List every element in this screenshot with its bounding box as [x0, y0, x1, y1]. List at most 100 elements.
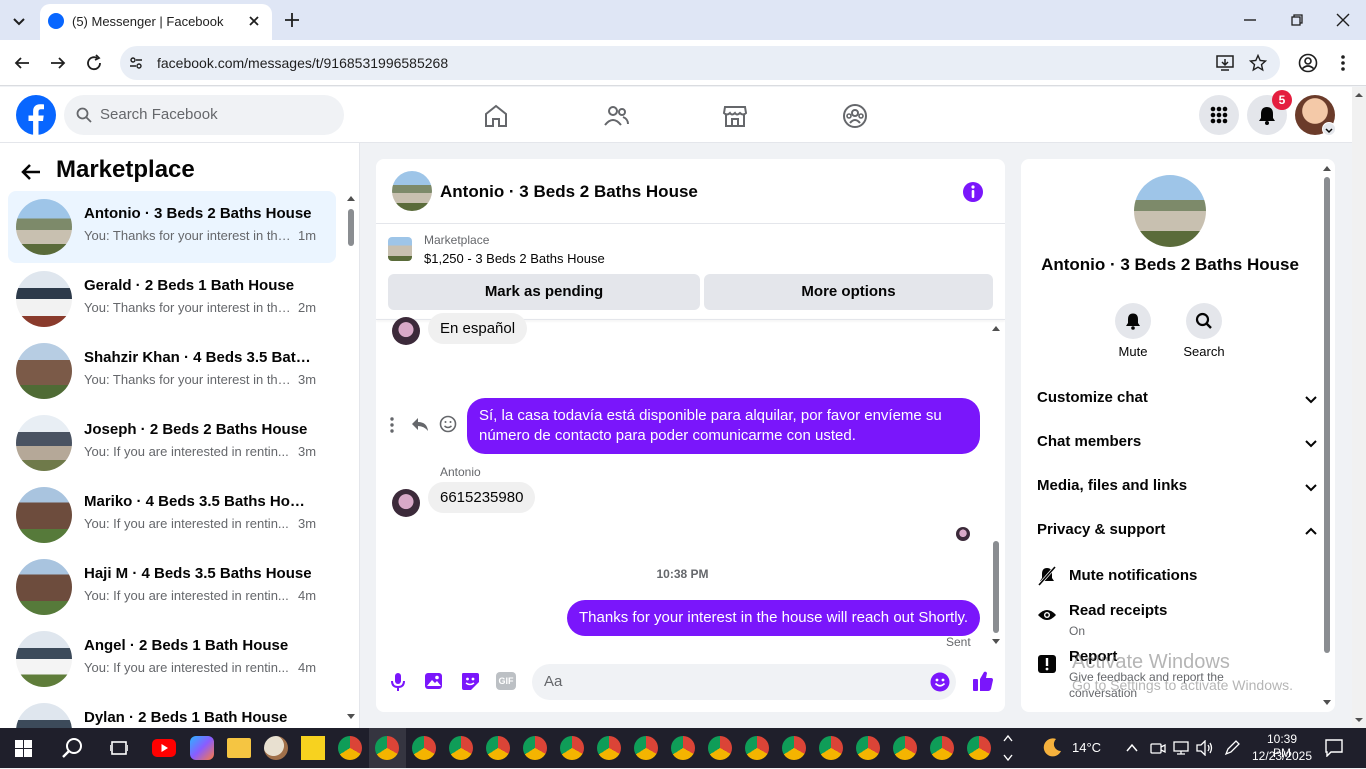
page-scrollbar[interactable]	[1352, 87, 1366, 728]
install-app-icon[interactable]	[1216, 54, 1234, 72]
restore-icon[interactable]	[1289, 12, 1305, 28]
conversation-item[interactable]: Shahzir Khan · 4 Beds 3.5 Baths ... You:…	[8, 335, 336, 407]
groups-nav-icon[interactable]	[842, 103, 868, 129]
message-scrollbar[interactable]	[990, 323, 1002, 649]
home-nav-icon[interactable]	[483, 103, 509, 129]
chrome-app-icon[interactable]	[338, 736, 362, 760]
mark-pending-button[interactable]: Mark as pending	[388, 274, 700, 310]
details-avatar[interactable]	[1134, 175, 1206, 247]
close-window-icon[interactable]	[1335, 12, 1351, 28]
chrome-app-icon[interactable]	[782, 736, 806, 760]
reload-icon[interactable]	[85, 54, 103, 72]
listing-thumbnail[interactable]	[388, 237, 412, 261]
file-explorer-icon[interactable]	[227, 738, 251, 758]
more-options-button[interactable]: More options	[704, 274, 993, 310]
chrome-app-icon[interactable]	[967, 736, 991, 760]
tray-overflow-icon[interactable]	[1125, 741, 1139, 755]
conversation-item[interactable]: Dylan · 2 Beds 1 Bath House	[8, 695, 336, 728]
sender-avatar[interactable]	[392, 489, 420, 517]
read-receipts-item[interactable]: Read receipts On	[1037, 599, 1319, 641]
chrome-app-icon[interactable]	[634, 736, 658, 760]
notification-center-icon[interactable]	[1325, 739, 1343, 758]
sender-avatar[interactable]	[392, 317, 420, 345]
reply-icon[interactable]	[411, 416, 429, 432]
gif-icon[interactable]: GIF	[496, 672, 516, 690]
chat-header-avatar[interactable]	[392, 171, 432, 211]
media-files-item[interactable]: Media, files and links	[1037, 467, 1319, 507]
site-info-icon[interactable]	[128, 55, 144, 71]
thumbs-up-icon[interactable]	[972, 670, 994, 692]
volume-icon[interactable]	[1196, 739, 1214, 757]
sticker-icon[interactable]	[460, 671, 480, 691]
url-text[interactable]: facebook.com/messages/t/9168531996585268	[157, 55, 448, 71]
weather-moon-icon[interactable]	[1041, 737, 1063, 759]
info-icon[interactable]	[962, 181, 984, 203]
conversation-item[interactable]: Mariko · 4 Beds 3.5 Baths House You: If …	[8, 479, 336, 551]
taskbar-search-icon[interactable]	[61, 737, 83, 759]
privacy-support-item[interactable]: Privacy & support	[1037, 511, 1319, 551]
chrome-app-icon[interactable]	[745, 736, 769, 760]
react-emoji-icon[interactable]	[439, 415, 457, 433]
profile-icon[interactable]	[1298, 53, 1318, 73]
clock-date[interactable]: 12/23/2025	[1250, 749, 1314, 763]
weather-temperature[interactable]: 14°C	[1072, 740, 1101, 755]
chrome-app-icon[interactable]	[560, 736, 584, 760]
tab-close-icon[interactable]	[246, 13, 262, 29]
new-tab-icon[interactable]	[283, 11, 301, 29]
chat-members-item[interactable]: Chat members	[1037, 423, 1319, 463]
windows-start-icon[interactable]	[15, 740, 32, 757]
photo-icon[interactable]	[424, 671, 444, 691]
chrome-app-icon[interactable]	[597, 736, 621, 760]
conversation-item[interactable]: Gerald · 2 Beds 1 Bath House You: Thanks…	[8, 263, 336, 335]
paint-app-icon[interactable]	[264, 736, 288, 760]
chrome-app-icon[interactable]	[819, 736, 843, 760]
conversation-item[interactable]: Joseph · 2 Beds 2 Baths House You: If yo…	[8, 407, 336, 479]
message-input[interactable]: Aa	[532, 664, 956, 700]
message-bubble-incoming[interactable]: 6615235980	[428, 482, 536, 513]
chrome-app-icon[interactable]	[486, 736, 510, 760]
tab-list-dropdown-icon[interactable]	[10, 12, 28, 30]
chrome-app-icon[interactable]	[893, 736, 917, 760]
message-bubble-incoming[interactable]: En español	[428, 313, 528, 344]
chrome-app-icon[interactable]	[930, 736, 954, 760]
chrome-app-icon[interactable]	[856, 736, 880, 760]
listing-description[interactable]: $1,250 - 3 Beds 2 Baths House	[424, 251, 605, 266]
sticky-notes-icon[interactable]	[301, 736, 325, 760]
conversation-item[interactable]: Haji M · 4 Beds 3.5 Baths House You: If …	[8, 551, 336, 623]
search-input[interactable]: Search Facebook	[100, 106, 218, 123]
marketplace-nav-icon[interactable]	[722, 103, 748, 129]
emoji-icon[interactable]	[930, 672, 950, 692]
chat-title[interactable]: Antonio · 3 Beds 2 Baths House	[440, 182, 698, 202]
microphone-icon[interactable]	[390, 672, 406, 692]
chrome-app-icon[interactable]	[412, 736, 436, 760]
taskbar-scroll-icon[interactable]	[1002, 732, 1014, 764]
menu-grid-button[interactable]	[1199, 95, 1239, 135]
chrome-app-icon[interactable]	[708, 736, 732, 760]
copilot-app-icon[interactable]	[190, 736, 214, 760]
meet-now-icon[interactable]	[1150, 740, 1166, 756]
message-bubble-outgoing[interactable]: Sí, la casa todavía está disponible para…	[467, 398, 980, 454]
conversation-item[interactable]: Angel · 2 Beds 1 Bath House You: If you …	[8, 623, 336, 695]
youtube-app-icon[interactable]	[152, 739, 176, 757]
bookmark-star-icon[interactable]	[1248, 53, 1268, 72]
back-icon[interactable]	[13, 54, 31, 72]
mute-notifications-item[interactable]: Mute notifications	[1037, 563, 1319, 589]
browser-tab[interactable]: (5) Messenger | Facebook	[40, 4, 272, 40]
forward-icon[interactable]	[49, 54, 67, 72]
minimize-icon[interactable]	[1242, 12, 1258, 28]
browser-menu-icon[interactable]	[1340, 53, 1346, 73]
chrome-app-icon[interactable]	[523, 736, 547, 760]
facebook-search[interactable]: Search Facebook	[64, 95, 344, 135]
pen-icon[interactable]	[1224, 740, 1240, 756]
message-bubble-outgoing[interactable]: Thanks for your interest in the house wi…	[567, 600, 981, 636]
customize-chat-item[interactable]: Customize chat	[1037, 379, 1319, 419]
search-conversation-button[interactable]	[1186, 303, 1222, 339]
network-icon[interactable]	[1173, 740, 1189, 756]
address-bar[interactable]: facebook.com/messages/t/9168531996585268	[120, 46, 1280, 80]
message-more-icon[interactable]	[389, 416, 395, 434]
mute-button[interactable]	[1115, 303, 1151, 339]
conversation-item[interactable]: Antonio · 3 Beds 2 Baths House You: Than…	[8, 191, 336, 263]
details-scrollbar[interactable]	[1321, 163, 1333, 709]
chrome-app-icon[interactable]	[671, 736, 695, 760]
task-view-icon[interactable]	[109, 739, 129, 757]
